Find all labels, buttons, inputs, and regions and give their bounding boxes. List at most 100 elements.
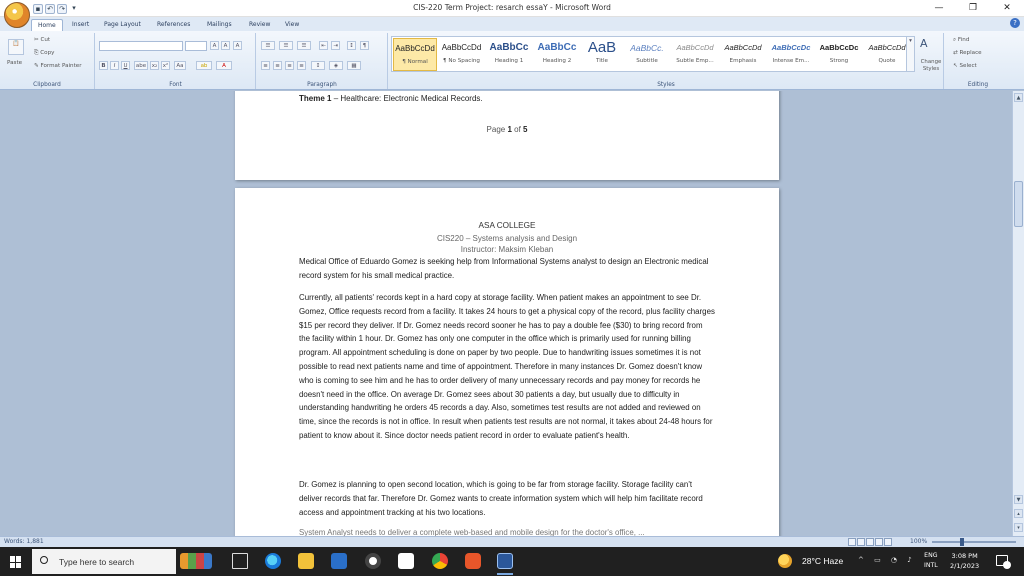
restore-button[interactable]: ❐ [956, 0, 990, 17]
minimize-button[interactable]: — [922, 0, 956, 17]
mail-icon[interactable] [331, 553, 347, 569]
multilevel-list-icon[interactable]: ☰ [297, 41, 311, 50]
numbering-icon[interactable]: ☰ [279, 41, 293, 50]
close-button[interactable]: ✕ [990, 0, 1024, 17]
zoom-level[interactable]: 100% [910, 538, 927, 545]
font-name-combo[interactable] [99, 41, 183, 51]
tab-mailings[interactable]: Mailings [207, 19, 232, 31]
style-heading-2[interactable]: AaBbCc Heading 2 [534, 38, 580, 71]
change-case-button[interactable]: Aa [174, 61, 186, 70]
store-icon[interactable] [398, 553, 414, 569]
font-size-combo[interactable] [185, 41, 207, 51]
tab-page-layout[interactable]: Page Layout [104, 19, 141, 31]
style-emphasis[interactable]: AaBbCcDd Emphasis [720, 38, 766, 71]
italic-button[interactable]: I [110, 61, 119, 70]
print-layout-icon[interactable] [848, 538, 856, 546]
clear-format-button[interactable]: A [233, 41, 242, 50]
style-no-spacing[interactable]: AaBbCcDd ¶ No Spacing [439, 38, 484, 71]
increase-indent-icon[interactable]: ⇥ [331, 41, 340, 50]
change-styles-button[interactable]: Change Styles [919, 59, 943, 73]
grow-font-button[interactable]: A [210, 41, 219, 50]
copy-button[interactable]: ⎘ Copy [34, 50, 54, 57]
show-marks-icon[interactable]: ¶ [360, 41, 369, 50]
shrink-font-button[interactable]: A [221, 41, 230, 50]
task-view-icon[interactable] [232, 553, 248, 569]
shading-icon[interactable]: ◈ [329, 61, 343, 70]
paragraph-cutoff: System Analyst needs to deliver a comple… [299, 528, 645, 536]
zoom-slider-handle[interactable] [960, 538, 964, 546]
windows-start-icon[interactable] [10, 556, 22, 568]
input-language[interactable]: ENG INTL [924, 551, 938, 571]
font-color-icon[interactable]: A [216, 61, 232, 70]
style-normal[interactable]: AaBbCcDd ¶ Normal [393, 38, 437, 71]
next-page-icon[interactable]: ▾ [1014, 523, 1023, 532]
outline-icon[interactable] [875, 538, 883, 546]
full-screen-reading-icon[interactable] [857, 538, 865, 546]
scroll-thumb[interactable] [1014, 181, 1023, 227]
bullets-icon[interactable]: ☰ [261, 41, 275, 50]
change-styles-icon[interactable]: A [920, 37, 928, 50]
tab-references[interactable]: References [157, 19, 190, 31]
taskbar-search-box[interactable]: Type here to search [32, 549, 176, 574]
line-spacing-icon[interactable]: ↕ [311, 61, 325, 70]
style-strong[interactable]: AaBbCcDc Strong [816, 38, 862, 71]
document-area[interactable]: Theme 1 – Healthcare: Electronic Medical… [0, 91, 1012, 536]
vertical-scrollbar[interactable]: ▲ ▼ ▴ ▾ [1012, 91, 1024, 536]
office-button-icon[interactable] [4, 2, 30, 28]
chrome-icon[interactable] [432, 553, 448, 569]
borders-icon[interactable]: ▦ [347, 61, 361, 70]
sort-icon[interactable]: ↕ [347, 41, 356, 50]
paste-button[interactable]: Paste [7, 60, 22, 66]
previous-page-icon[interactable]: ▴ [1014, 509, 1023, 518]
paste-icon[interactable]: 📋 [8, 39, 24, 55]
tray-icons[interactable]: ^ ▭ ◔ ♪ [858, 556, 916, 564]
weather-text[interactable]: 28°C Haze [802, 556, 843, 566]
bold-button[interactable]: B [99, 61, 108, 70]
style-quote[interactable]: AaBbCcDd Quote [864, 38, 910, 71]
decrease-indent-icon[interactable]: ⇤ [319, 41, 328, 50]
clock[interactable]: 3:08 PM 2/1/2023 [950, 551, 979, 571]
scroll-up-icon[interactable]: ▲ [1014, 93, 1023, 102]
format-painter-button[interactable]: ✎ Format Painter [34, 63, 82, 69]
superscript-button[interactable]: x² [161, 61, 170, 70]
news-widget-icon[interactable] [180, 553, 212, 569]
subscript-button[interactable]: x₂ [150, 61, 159, 70]
replace-button[interactable]: ⇄ Replace [953, 50, 982, 56]
cut-button[interactable]: ✂ Cut [34, 37, 50, 43]
word-count[interactable]: Words: 1,881 [4, 538, 44, 545]
highlight-icon[interactable]: ab [196, 61, 212, 70]
align-left-icon[interactable]: ≡ [261, 61, 270, 70]
zoom-slider[interactable] [932, 541, 1016, 543]
align-center-icon[interactable]: ≡ [273, 61, 282, 70]
weather-haze-icon[interactable] [778, 554, 792, 568]
tab-insert[interactable]: Insert [72, 19, 89, 31]
align-right-icon[interactable]: ≡ [285, 61, 294, 70]
word-app-icon[interactable] [497, 553, 513, 569]
media-player-icon[interactable] [365, 553, 381, 569]
styles-scroll-icon[interactable]: ▾ [906, 36, 915, 72]
tab-home[interactable]: Home [31, 19, 63, 31]
styles-label: Styles [657, 82, 675, 88]
underline-button[interactable]: U [121, 61, 130, 70]
editing-group: ⌕ Find ⇄ Replace ↖ Select Editing [945, 33, 1011, 89]
active-app-indicator [497, 573, 513, 575]
style-subtle-emphasis[interactable]: AaBbCcDd Subtle Emp... [672, 38, 718, 71]
style-intense-emphasis[interactable]: AaBbCcDc Intense Em... [768, 38, 814, 71]
scroll-down-icon[interactable]: ▼ [1014, 495, 1023, 504]
tab-view[interactable]: View [285, 19, 299, 31]
style-title[interactable]: AaB Title [582, 38, 622, 71]
edge-browser-icon[interactable] [265, 553, 281, 569]
web-layout-icon[interactable] [866, 538, 874, 546]
find-button[interactable]: ⌕ Find [953, 37, 969, 44]
notification-icon[interactable] [996, 555, 1011, 569]
help-icon[interactable]: ? [1010, 18, 1020, 28]
draft-icon[interactable] [884, 538, 892, 546]
style-subtitle[interactable]: AaBbCc. Subtitle [624, 38, 670, 71]
strikethrough-button[interactable]: abe [134, 61, 148, 70]
style-heading-1[interactable]: AaBbCc Heading 1 [486, 38, 532, 71]
select-button[interactable]: ↖ Select [953, 63, 977, 69]
file-explorer-icon[interactable] [298, 553, 314, 569]
justify-icon[interactable]: ≡ [297, 61, 306, 70]
brave-browser-icon[interactable] [465, 553, 481, 569]
tab-review[interactable]: Review [249, 19, 270, 31]
